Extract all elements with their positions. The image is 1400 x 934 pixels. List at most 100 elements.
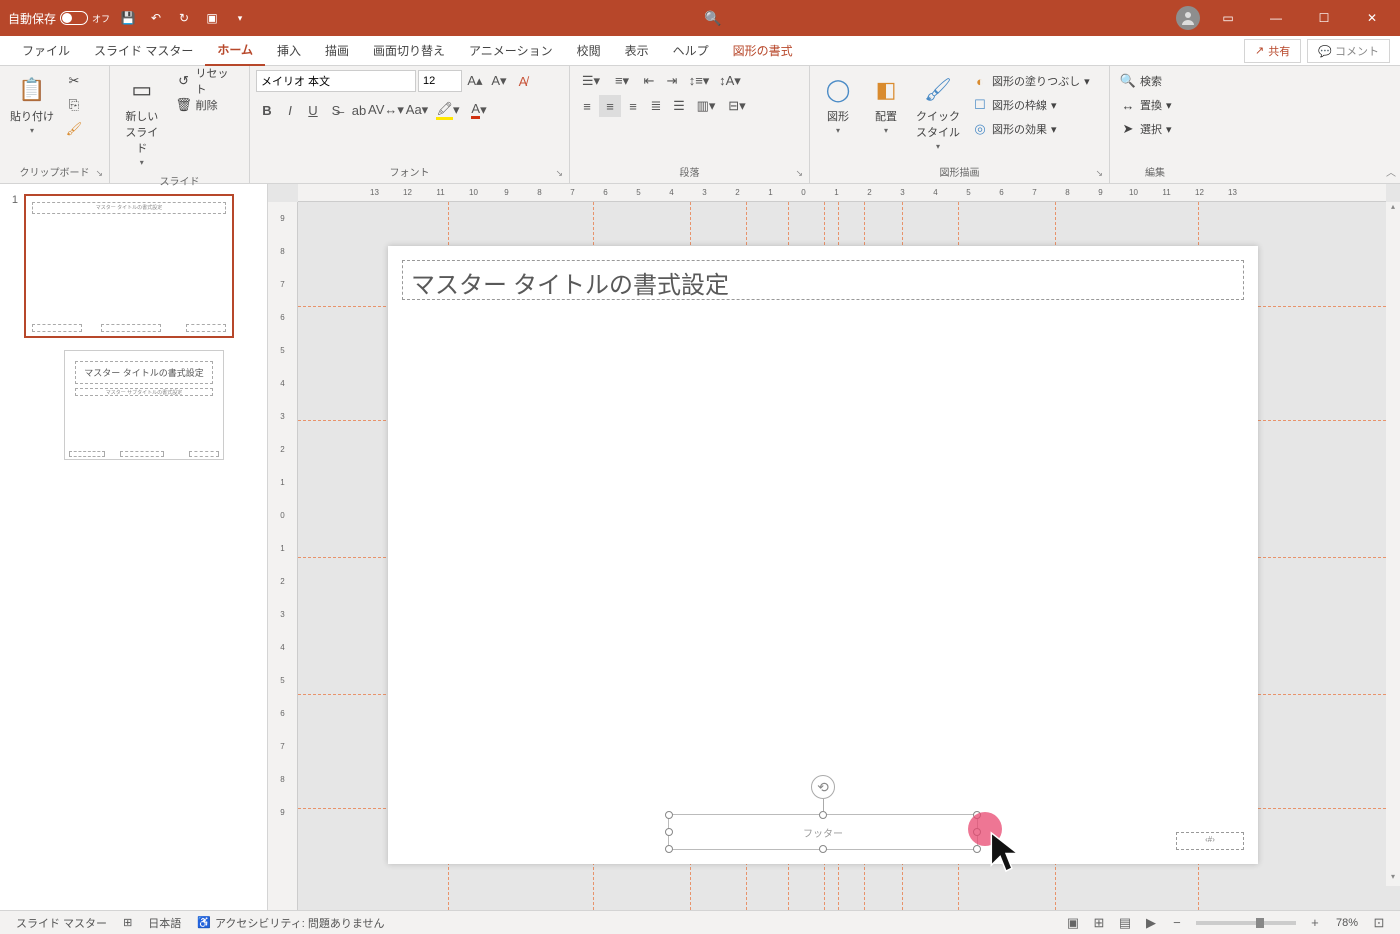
resize-handle[interactable] (665, 845, 673, 853)
slider-thumb[interactable] (1256, 918, 1264, 928)
reset-button[interactable]: ↺リセット (172, 70, 243, 92)
tab-home[interactable]: ホーム (205, 35, 265, 66)
font-color-button[interactable]: A▾ (464, 99, 494, 121)
autosave-toggle[interactable]: 自動保存 オフ (8, 10, 110, 27)
copy-button[interactable]: ⎘ (62, 94, 86, 116)
ribbon-display-icon[interactable]: ▭ (1208, 3, 1248, 33)
tab-help[interactable]: ヘルプ (661, 36, 721, 65)
tab-shape-format[interactable]: 図形の書式 (721, 36, 805, 65)
tab-view[interactable]: 表示 (613, 36, 661, 65)
tab-slide-master[interactable]: スライド マスター (82, 36, 205, 65)
minimize-icon[interactable]: — (1256, 3, 1296, 33)
text-direction-button[interactable]: ↕A▾ (715, 70, 745, 92)
vertical-scrollbar[interactable]: ▴ ▾ (1386, 202, 1400, 886)
distribute-button[interactable]: ☰ (668, 95, 690, 117)
tab-animations[interactable]: アニメーション (457, 36, 565, 65)
qat-customize-icon[interactable]: ▾ (230, 8, 250, 28)
quick-styles-button[interactable]: 🖌 クイック スタイル ▾ (912, 70, 964, 155)
dialog-launcher-icon[interactable]: ↘ (795, 168, 803, 179)
fit-to-window-icon[interactable]: ⊡ (1366, 913, 1392, 933)
columns-button[interactable]: ▥▾ (691, 95, 721, 117)
scroll-up-icon[interactable]: ▴ (1386, 202, 1400, 216)
footer-placeholder[interactable]: ⟲ フッター (668, 814, 978, 850)
font-size-input[interactable] (418, 70, 462, 92)
dialog-launcher-icon[interactable]: ↘ (1095, 168, 1103, 179)
font-name-input[interactable] (256, 70, 416, 92)
new-slide-button[interactable]: ▭ 新しい スライド ▾ (116, 70, 168, 171)
clear-format-icon[interactable]: A̸ (512, 70, 534, 92)
find-button[interactable]: 🔍検索 (1116, 70, 1176, 92)
shape-effects-button[interactable]: ◎図形の効果▾ (968, 118, 1094, 140)
decrease-font-icon[interactable]: A▾ (488, 70, 510, 92)
normal-view-icon[interactable]: ▣ (1060, 913, 1086, 933)
numbering-button[interactable]: ≡▾ (607, 70, 637, 92)
slideshow-icon[interactable]: ▶ (1138, 913, 1164, 933)
change-case-button[interactable]: Aa▾ (402, 99, 432, 121)
resize-handle[interactable] (819, 845, 827, 853)
slide-editor[interactable]: 13121110987654321012345678910111213 9876… (268, 184, 1400, 910)
align-center-button[interactable]: ≡ (599, 95, 621, 117)
zoom-out-button[interactable]: − (1164, 913, 1190, 933)
shape-outline-button[interactable]: ☐図形の枠線▾ (968, 94, 1094, 116)
title-placeholder[interactable]: マスター タイトルの書式設定 (402, 260, 1244, 300)
close-icon[interactable]: ✕ (1352, 3, 1392, 33)
tab-review[interactable]: 校閲 (565, 36, 613, 65)
presentation-icon[interactable]: ▣ (202, 8, 222, 28)
replace-button[interactable]: ↔置換▾ (1116, 94, 1176, 116)
tab-insert[interactable]: 挿入 (265, 36, 313, 65)
strikethrough-button[interactable]: S̶ (325, 99, 347, 121)
user-avatar-icon[interactable] (1176, 6, 1200, 30)
resize-handle[interactable] (819, 811, 827, 819)
save-icon[interactable]: 💾 (118, 8, 138, 28)
align-right-button[interactable]: ≡ (622, 95, 644, 117)
tab-file[interactable]: ファイル (10, 36, 82, 65)
toggle-switch[interactable] (60, 11, 88, 25)
resize-handle[interactable] (665, 828, 673, 836)
zoom-level[interactable]: 78% (1328, 917, 1366, 929)
dialog-launcher-icon[interactable]: ↘ (95, 168, 103, 179)
comment-button[interactable]: 💬 コメント (1307, 39, 1390, 63)
char-spacing-button[interactable]: AV↔▾ (371, 99, 401, 121)
slide-thumbnail-panel[interactable]: 1 マスター タイトルの書式設定 マスター タイトルの書式設定 マスター サブタ… (0, 184, 268, 910)
paste-button[interactable]: 📋 貼り付け ▾ (6, 70, 58, 139)
highlight-button[interactable]: 🖍▾ (433, 99, 463, 121)
italic-button[interactable]: I (279, 99, 301, 121)
zoom-slider[interactable] (1196, 921, 1296, 925)
collapse-ribbon-icon[interactable]: ︿ (1386, 164, 1396, 179)
scroll-down-icon[interactable]: ▾ (1386, 872, 1400, 886)
slide-canvas[interactable]: マスター タイトルの書式設定 ⟲ フッター ‹#› (388, 246, 1258, 864)
bold-button[interactable]: B (256, 99, 278, 121)
format-painter-button[interactable]: 🖌 (62, 118, 86, 140)
align-left-button[interactable]: ≡ (576, 95, 598, 117)
tab-draw[interactable]: 描画 (313, 36, 361, 65)
underline-button[interactable]: U (302, 99, 324, 121)
select-button[interactable]: ➤選択▾ (1116, 118, 1176, 140)
share-button[interactable]: ↗ 共有 (1244, 39, 1301, 63)
align-text-button[interactable]: ⊟▾ (722, 95, 752, 117)
reading-view-icon[interactable]: ▤ (1112, 913, 1138, 933)
status-accessibility[interactable]: ♿ アクセシビリティ: 問題ありません (189, 915, 392, 931)
page-number-placeholder[interactable]: ‹#› (1176, 832, 1244, 850)
resize-handle[interactable] (665, 811, 673, 819)
status-mode[interactable]: スライド マスター (8, 915, 115, 931)
dialog-launcher-icon[interactable]: ↘ (555, 168, 563, 179)
resize-handle[interactable] (973, 845, 981, 853)
arrange-button[interactable]: ◧ 配置 ▾ (864, 70, 908, 139)
shape-fill-button[interactable]: ◐図形の塗りつぶし▾ (968, 70, 1094, 92)
line-spacing-button[interactable]: ↕≡▾ (684, 70, 714, 92)
undo-icon[interactable]: ↶ (146, 8, 166, 28)
slide-layout-thumbnail[interactable]: マスター タイトルの書式設定 マスター サブタイトルの書式設定 (64, 350, 224, 460)
cut-button[interactable]: ✂ (62, 70, 86, 92)
status-notes-icon[interactable]: ⊞ (115, 916, 140, 929)
shapes-button[interactable]: ◯ 図形 ▾ (816, 70, 860, 139)
shadow-button[interactable]: ab (348, 99, 370, 121)
slide-sorter-icon[interactable]: ⊞ (1086, 913, 1112, 933)
indent-increase-button[interactable]: ⇥ (661, 70, 683, 92)
rotate-handle-icon[interactable]: ⟲ (811, 775, 835, 799)
search-icon[interactable]: 🔍 (704, 10, 721, 27)
status-language[interactable]: 日本語 (140, 915, 189, 931)
justify-button[interactable]: ≣ (645, 95, 667, 117)
tab-transitions[interactable]: 画面切り替え (361, 36, 457, 65)
maximize-icon[interactable]: ☐ (1304, 3, 1344, 33)
delete-button[interactable]: 🗑削除 (172, 94, 243, 116)
